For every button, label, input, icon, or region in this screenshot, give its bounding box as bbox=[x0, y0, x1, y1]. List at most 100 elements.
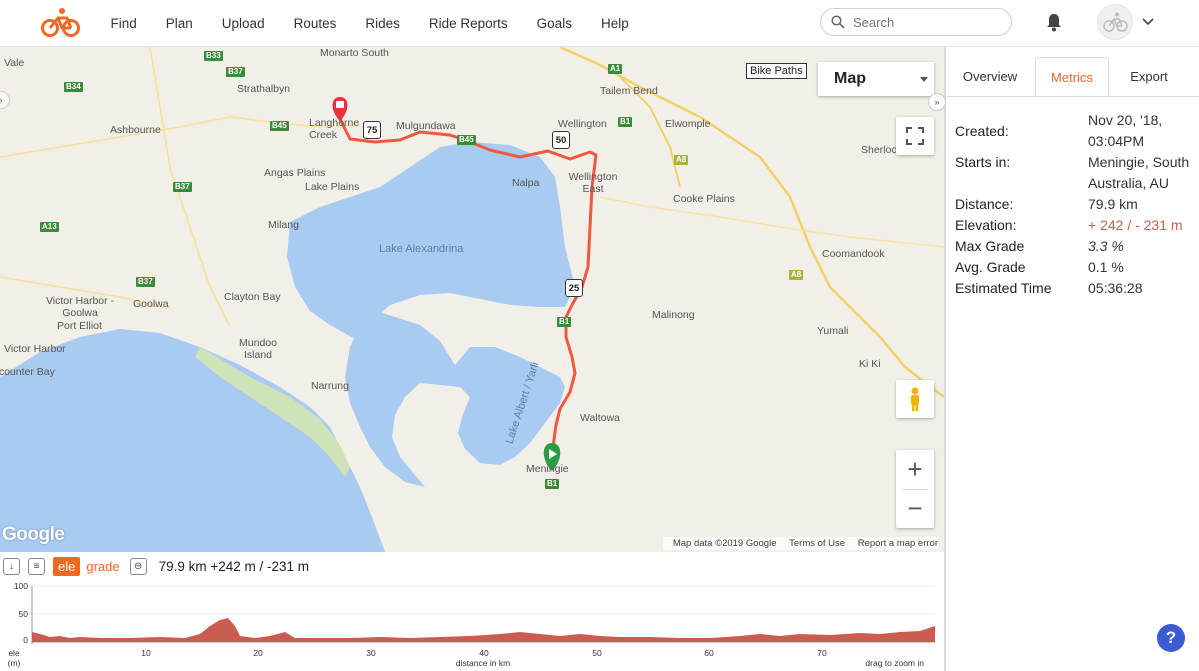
nav-ride-reports[interactable]: Ride Reports bbox=[429, 16, 508, 31]
place-label: Malinong bbox=[652, 309, 695, 321]
tab-metrics[interactable]: Metrics bbox=[1035, 57, 1109, 96]
place-label: Wellington East bbox=[568, 171, 618, 195]
route-badge: B37 bbox=[173, 182, 192, 192]
zoom-in-button[interactable]: + bbox=[896, 450, 934, 489]
sidebar-tabs: Overview Metrics Export bbox=[946, 47, 1199, 97]
route-badge: B37 bbox=[136, 277, 155, 287]
highway-shield: 25 bbox=[565, 279, 583, 297]
place-label: Monarto South bbox=[320, 47, 389, 59]
avatar-bike-icon bbox=[1103, 12, 1128, 32]
metric-value: 3.3 % bbox=[1088, 238, 1124, 254]
lake-label: Lake Alexandrina bbox=[379, 243, 464, 255]
fullscreen-button[interactable] bbox=[896, 117, 934, 155]
grade-toggle-button[interactable]: grade bbox=[86, 559, 119, 574]
highway-shield: 75 bbox=[363, 121, 381, 139]
metric-value: + 242 / - 231 m bbox=[1088, 217, 1183, 233]
place-label: Lake Plains bbox=[305, 181, 360, 193]
place-label: Clayton Bay bbox=[224, 291, 281, 303]
metric-key: Distance: bbox=[955, 196, 1014, 212]
divider bbox=[902, 489, 928, 490]
metric-value: 79.9 km bbox=[1088, 196, 1138, 212]
map-type-value: Map bbox=[834, 70, 866, 87]
terms-of-use-link[interactable]: Terms of Use bbox=[789, 538, 845, 549]
main-nav: Find Plan Upload Routes Rides Ride Repor… bbox=[96, 0, 643, 46]
metric-key: Avg. Grade bbox=[955, 259, 1026, 275]
elevation-toolbar: ↓ ≡ ele grade ⊖ 79.9 km +242 m / -231 m bbox=[3, 556, 309, 576]
place-label: Elwomple bbox=[665, 118, 711, 130]
route-badge: A8 bbox=[789, 270, 804, 280]
place-label: Strathalbyn bbox=[237, 83, 291, 95]
zoom-control: + − bbox=[896, 450, 934, 528]
google-logo: Google bbox=[2, 524, 65, 545]
metric-starts-in: Starts in: Meningie, South Australia, AU bbox=[955, 152, 1195, 194]
search-box[interactable] bbox=[820, 8, 1012, 36]
nav-routes[interactable]: Routes bbox=[294, 16, 337, 31]
y-axis-label: ele bbox=[8, 648, 20, 658]
route-badge: B34 bbox=[64, 82, 83, 92]
zoom-magnifier-icon[interactable]: ⊖ bbox=[129, 557, 147, 575]
route-badge: B1 bbox=[545, 479, 560, 489]
route-map[interactable]: Vale Monarto South Strathalbyn Langhorne… bbox=[0, 47, 944, 552]
place-label: Narrung bbox=[311, 380, 349, 392]
metric-key: Starts in: bbox=[955, 154, 1011, 170]
y-axis-unit: (m) bbox=[8, 658, 21, 668]
x-tick: 20 bbox=[253, 648, 263, 658]
ele-toggle-button[interactable]: ele bbox=[53, 556, 81, 576]
route-badge: A1 bbox=[608, 64, 623, 74]
place-label: Coomandook bbox=[822, 248, 885, 260]
nav-goals[interactable]: Goals bbox=[537, 16, 572, 31]
elevation-chart[interactable]: 100 50 0 10 20 30 40 50 60 70 ele (m) di… bbox=[0, 576, 944, 671]
y-tick: 100 bbox=[14, 581, 28, 591]
metric-avg-grade: Avg. Grade 0.1 % bbox=[955, 257, 1195, 278]
y-tick: 50 bbox=[19, 609, 29, 619]
x-axis-label: distance in km bbox=[456, 658, 510, 668]
map-attribution: Map data ©2019 Google Terms of Use Repor… bbox=[662, 537, 938, 550]
place-label: Angas Plains bbox=[264, 167, 326, 179]
download-arrow-icon[interactable]: ↓ bbox=[3, 557, 20, 575]
nav-upload[interactable]: Upload bbox=[222, 16, 265, 31]
chevron-down-icon[interactable] bbox=[1141, 14, 1155, 28]
map-type-select[interactable]: Map bbox=[818, 62, 934, 96]
place-label: Cooke Plains bbox=[673, 193, 735, 205]
place-label: Tailem Bend bbox=[600, 85, 658, 97]
tab-export[interactable]: Export bbox=[1114, 57, 1184, 96]
search-input[interactable] bbox=[851, 13, 1005, 31]
metric-elevation: Elevation: + 242 / - 231 m bbox=[955, 215, 1195, 236]
street-view-pegman-button[interactable] bbox=[896, 380, 934, 418]
nav-plan[interactable]: Plan bbox=[166, 16, 193, 31]
report-map-error-link[interactable]: Report a map error bbox=[858, 538, 938, 549]
nav-find[interactable]: Find bbox=[111, 16, 137, 31]
collapse-sidebar-button[interactable]: » bbox=[928, 93, 946, 111]
metric-key: Estimated Time bbox=[955, 280, 1052, 296]
ride-with-gps-logo-icon[interactable] bbox=[40, 7, 82, 39]
route-badge: A8 bbox=[674, 155, 689, 165]
route-badge: B33 bbox=[204, 51, 223, 61]
x-tick: 60 bbox=[704, 648, 714, 658]
nav-help[interactable]: Help bbox=[601, 16, 629, 31]
metrics-list: Created: Nov 20, '18, 03:04PM Starts in:… bbox=[955, 110, 1195, 299]
place-label: Vale bbox=[4, 57, 25, 69]
help-question-icon[interactable]: ? bbox=[1157, 624, 1185, 652]
metric-key: Created: bbox=[955, 122, 1009, 139]
place-label: Victor Harbor bbox=[4, 343, 66, 355]
metric-created: Created: Nov 20, '18, 03:04PM bbox=[955, 110, 1195, 152]
place-label: Ki Ki bbox=[859, 358, 881, 370]
place-label: Yumali bbox=[817, 325, 849, 337]
user-avatar[interactable] bbox=[1097, 4, 1133, 40]
place-label: Encounter Bay bbox=[0, 366, 55, 378]
tab-overview[interactable]: Overview bbox=[952, 57, 1028, 96]
place-label: Waltowa bbox=[580, 412, 620, 424]
zoom-out-button[interactable]: − bbox=[896, 489, 934, 528]
x-tick: 40 bbox=[479, 648, 489, 658]
bike-paths-toggle[interactable]: Bike Paths bbox=[746, 63, 807, 79]
elevation-panel: ↓ ≡ ele grade ⊖ 79.9 km +242 m / -231 m … bbox=[0, 552, 944, 671]
notifications-bell-icon[interactable] bbox=[1043, 11, 1065, 33]
search-icon bbox=[831, 15, 845, 29]
menu-lines-icon[interactable]: ≡ bbox=[28, 557, 45, 575]
route-details-sidebar: Overview Metrics Export Created: Nov 20,… bbox=[944, 47, 1199, 671]
place-label: Mulgundawa bbox=[396, 120, 456, 132]
metric-key: Max Grade bbox=[955, 238, 1025, 254]
place-label: Nalpa bbox=[512, 177, 540, 189]
nav-rides[interactable]: Rides bbox=[365, 16, 400, 31]
x-tick: 10 bbox=[141, 648, 151, 658]
